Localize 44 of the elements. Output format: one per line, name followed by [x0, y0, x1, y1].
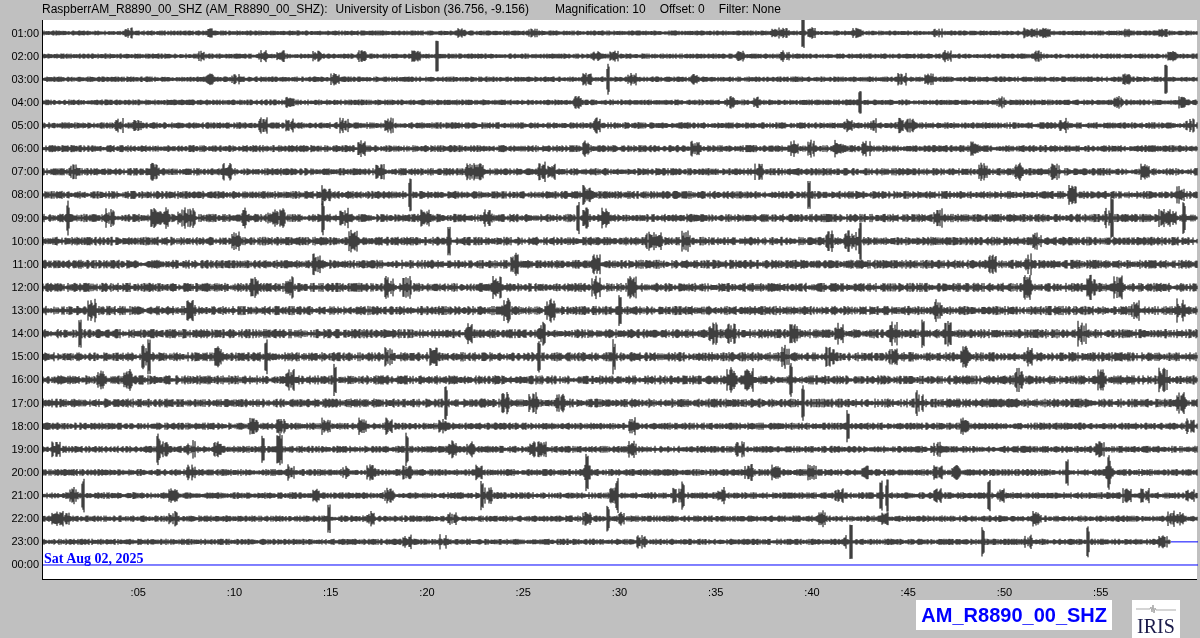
minute-tick-label: :35	[708, 585, 724, 600]
hour-label: 22:00	[11, 511, 39, 527]
hour-label: 18:00	[11, 418, 39, 434]
hour-label: 19:00	[11, 441, 39, 457]
minute-tick-label: :30	[611, 585, 628, 600]
hour-label: 05:00	[11, 118, 39, 133]
minute-tick-label: :50	[996, 585, 1013, 600]
hour-label: 09:00	[11, 210, 39, 226]
hour-label: 02:00	[11, 48, 39, 64]
minute-tick-label: :45	[900, 585, 916, 600]
hour-label: 08:00	[11, 187, 39, 203]
hour-label: 11:00	[12, 256, 39, 272]
hour-label: 14:00	[11, 326, 39, 342]
logo-text: IRIS	[1137, 614, 1175, 638]
hour-label: 23:00	[11, 534, 39, 550]
hour-label: 01:00	[11, 25, 39, 41]
offset-text: Offset: 0	[659, 1, 705, 18]
minute-tick-label: :20	[419, 585, 435, 600]
hour-label: 06:00	[11, 141, 39, 157]
hour-label: 04:00	[11, 94, 39, 110]
hour-label: 15:00	[11, 349, 39, 365]
minute-tick-label: :05	[130, 585, 146, 600]
location-text: University of Lisbon (36.756, -9.156)	[335, 1, 529, 18]
minute-tick-label: :10	[226, 585, 243, 600]
station-badge: AM_R8890_00_SHZ	[916, 600, 1112, 630]
filter-text: Filter: None	[718, 1, 781, 18]
hour-label: 13:00	[11, 303, 39, 318]
hour-label: 00:00	[11, 557, 39, 573]
magnification-text: Magnification: 10	[554, 1, 646, 18]
hour-label: 16:00	[11, 372, 39, 388]
hour-label: 10:00	[11, 233, 39, 249]
hour-label: 17:00	[11, 395, 39, 411]
hour-label: 21:00	[11, 488, 39, 503]
seismogram-icon	[1136, 604, 1176, 614]
hour-label: 20:00	[11, 464, 39, 480]
hour-label: 03:00	[11, 71, 39, 87]
minute-tick-label: :15	[323, 585, 339, 600]
minute-tick-label: :25	[515, 585, 531, 600]
hour-label: 12:00	[11, 279, 39, 295]
minute-tick-label: :55	[1093, 585, 1109, 600]
date-label: Sat Aug 02, 2025	[44, 552, 144, 566]
minute-tick-label: :40	[804, 585, 820, 600]
hour-label: 07:00	[11, 164, 39, 180]
station-title: RaspberrAM_R8890_00_SHZ (AM_R8890_00_SHZ):	[42, 1, 328, 18]
